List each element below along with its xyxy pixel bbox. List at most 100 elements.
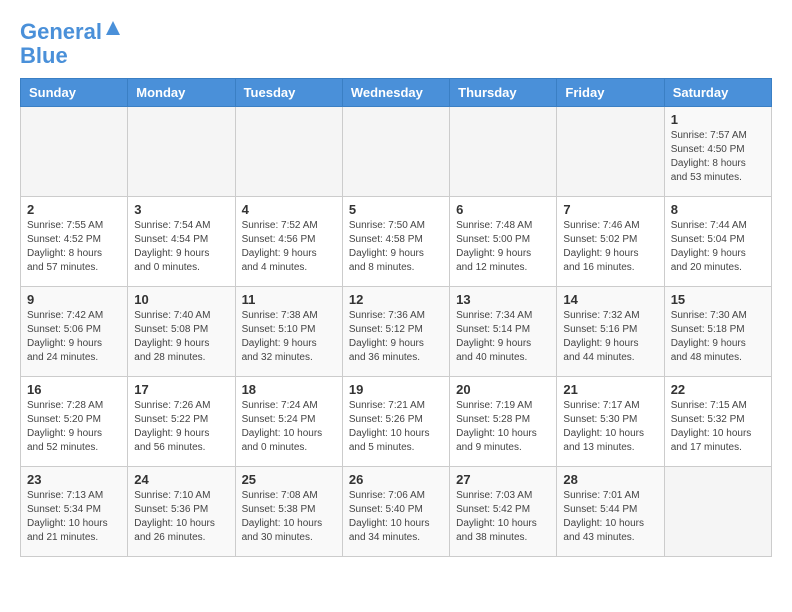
calendar-cell: 8Sunrise: 7:44 AM Sunset: 5:04 PM Daylig… bbox=[664, 197, 771, 287]
logo: General Blue bbox=[20, 20, 122, 68]
day-info: Sunrise: 7:38 AM Sunset: 5:10 PM Dayligh… bbox=[242, 309, 336, 365]
day-number: 5 bbox=[349, 202, 443, 217]
calendar-body: 1 Sunrise: 7:57 AM Sunset: 4:50 PM Daylig… bbox=[21, 107, 772, 557]
calendar-cell bbox=[450, 107, 557, 197]
calendar-cell: 10 Sunrise: 7:40 AM Sunset: 5:08 PM Dayli… bbox=[128, 287, 235, 377]
day-number: 1 bbox=[671, 112, 765, 127]
day-number: 18 bbox=[242, 382, 336, 397]
calendar-cell bbox=[128, 107, 235, 197]
calendar-cell: 1 Sunrise: 7:57 AM Sunset: 4:50 PM Daylig… bbox=[664, 107, 771, 197]
day-number: 20 bbox=[456, 382, 550, 397]
day-number: 16 bbox=[27, 382, 121, 397]
day-number: 17 bbox=[134, 382, 228, 397]
day-number: 11 bbox=[242, 292, 336, 307]
day-info: Sunrise: 7:50 AM Sunset: 4:58 PM Dayligh… bbox=[349, 219, 443, 275]
calendar-weekday-saturday: Saturday bbox=[664, 79, 771, 107]
calendar-weekday-wednesday: Wednesday bbox=[342, 79, 449, 107]
day-info: Sunrise: 7:08 AM Sunset: 5:38 PM Dayligh… bbox=[242, 489, 336, 545]
day-info: Sunrise: 7:13 AM Sunset: 5:34 PM Dayligh… bbox=[27, 489, 121, 545]
calendar-cell: 20 Sunrise: 7:19 AM Sunset: 5:28 PM Dayli… bbox=[450, 377, 557, 467]
calendar-cell bbox=[342, 107, 449, 197]
day-number: 23 bbox=[27, 472, 121, 487]
calendar-cell: 11 Sunrise: 7:38 AM Sunset: 5:10 PM Dayli… bbox=[235, 287, 342, 377]
calendar-cell bbox=[557, 107, 664, 197]
day-info: Sunrise: 7:55 AM Sunset: 4:52 PM Dayligh… bbox=[27, 219, 121, 275]
calendar-cell bbox=[21, 107, 128, 197]
day-number: 22 bbox=[671, 382, 765, 397]
day-number: 14 bbox=[563, 292, 657, 307]
calendar-cell: 12Sunrise: 7:36 AM Sunset: 5:12 PM Dayli… bbox=[342, 287, 449, 377]
calendar-cell bbox=[664, 467, 771, 557]
calendar-cell: 16 Sunrise: 7:28 AM Sunset: 5:20 PM Dayli… bbox=[21, 377, 128, 467]
calendar-cell: 5 Sunrise: 7:50 AM Sunset: 4:58 PM Daylig… bbox=[342, 197, 449, 287]
day-info: Sunrise: 7:28 AM Sunset: 5:20 PM Dayligh… bbox=[27, 399, 121, 455]
day-info: Sunrise: 7:46 AM Sunset: 5:02 PM Dayligh… bbox=[563, 219, 657, 275]
day-info: Sunrise: 7:34 AM Sunset: 5:14 PM Dayligh… bbox=[456, 309, 550, 365]
logo-icon bbox=[104, 19, 122, 37]
day-number: 21 bbox=[563, 382, 657, 397]
day-info: Sunrise: 7:17 AM Sunset: 5:30 PM Dayligh… bbox=[563, 399, 657, 455]
day-number: 25 bbox=[242, 472, 336, 487]
calendar-header-row: SundayMondayTuesdayWednesdayThursdayFrid… bbox=[21, 79, 772, 107]
calendar-weekday-thursday: Thursday bbox=[450, 79, 557, 107]
day-info: Sunrise: 7:42 AM Sunset: 5:06 PM Dayligh… bbox=[27, 309, 121, 365]
day-number: 9 bbox=[27, 292, 121, 307]
logo-subtext: Blue bbox=[20, 44, 68, 68]
calendar-cell: 19 Sunrise: 7:21 AM Sunset: 5:26 PM Dayli… bbox=[342, 377, 449, 467]
page-header: General Blue bbox=[20, 20, 772, 68]
calendar-cell: 15 Sunrise: 7:30 AM Sunset: 5:18 PM Dayli… bbox=[664, 287, 771, 377]
calendar-week-3: 9 Sunrise: 7:42 AM Sunset: 5:06 PM Daylig… bbox=[21, 287, 772, 377]
calendar-cell: 22Sunrise: 7:15 AM Sunset: 5:32 PM Dayli… bbox=[664, 377, 771, 467]
day-info: Sunrise: 7:24 AM Sunset: 5:24 PM Dayligh… bbox=[242, 399, 336, 455]
day-info: Sunrise: 7:32 AM Sunset: 5:16 PM Dayligh… bbox=[563, 309, 657, 365]
calendar-cell: 3 Sunrise: 7:54 AM Sunset: 4:54 PM Daylig… bbox=[128, 197, 235, 287]
day-number: 19 bbox=[349, 382, 443, 397]
day-number: 10 bbox=[134, 292, 228, 307]
calendar-cell: 9 Sunrise: 7:42 AM Sunset: 5:06 PM Daylig… bbox=[21, 287, 128, 377]
calendar-cell: 2 Sunrise: 7:55 AM Sunset: 4:52 PM Daylig… bbox=[21, 197, 128, 287]
calendar-cell: 4 Sunrise: 7:52 AM Sunset: 4:56 PM Daylig… bbox=[235, 197, 342, 287]
day-info: Sunrise: 7:48 AM Sunset: 5:00 PM Dayligh… bbox=[456, 219, 550, 275]
calendar-cell: 14 Sunrise: 7:32 AM Sunset: 5:16 PM Dayli… bbox=[557, 287, 664, 377]
calendar-cell: 24 Sunrise: 7:10 AM Sunset: 5:36 PM Dayli… bbox=[128, 467, 235, 557]
day-info: Sunrise: 7:10 AM Sunset: 5:36 PM Dayligh… bbox=[134, 489, 228, 545]
day-info: Sunrise: 7:19 AM Sunset: 5:28 PM Dayligh… bbox=[456, 399, 550, 455]
day-number: 4 bbox=[242, 202, 336, 217]
day-number: 2 bbox=[27, 202, 121, 217]
day-number: 3 bbox=[134, 202, 228, 217]
day-info: Sunrise: 7:03 AM Sunset: 5:42 PM Dayligh… bbox=[456, 489, 550, 545]
calendar-week-5: 23 Sunrise: 7:13 AM Sunset: 5:34 PM Dayli… bbox=[21, 467, 772, 557]
logo-text: General bbox=[20, 20, 102, 44]
calendar-weekday-sunday: Sunday bbox=[21, 79, 128, 107]
calendar-cell: 27 Sunrise: 7:03 AM Sunset: 5:42 PM Dayli… bbox=[450, 467, 557, 557]
day-number: 8 bbox=[671, 202, 765, 217]
day-info: Sunrise: 7:57 AM Sunset: 4:50 PM Dayligh… bbox=[671, 129, 765, 185]
calendar-cell bbox=[235, 107, 342, 197]
day-info: Sunrise: 7:54 AM Sunset: 4:54 PM Dayligh… bbox=[134, 219, 228, 275]
day-info: Sunrise: 7:52 AM Sunset: 4:56 PM Dayligh… bbox=[242, 219, 336, 275]
day-info: Sunrise: 7:06 AM Sunset: 5:40 PM Dayligh… bbox=[349, 489, 443, 545]
calendar-table: SundayMondayTuesdayWednesdayThursdayFrid… bbox=[20, 78, 772, 557]
day-number: 7 bbox=[563, 202, 657, 217]
day-info: Sunrise: 7:36 AM Sunset: 5:12 PM Dayligh… bbox=[349, 309, 443, 365]
day-number: 24 bbox=[134, 472, 228, 487]
day-number: 27 bbox=[456, 472, 550, 487]
day-info: Sunrise: 7:40 AM Sunset: 5:08 PM Dayligh… bbox=[134, 309, 228, 365]
calendar-cell: 6 Sunrise: 7:48 AM Sunset: 5:00 PM Daylig… bbox=[450, 197, 557, 287]
calendar-cell: 17 Sunrise: 7:26 AM Sunset: 5:22 PM Dayli… bbox=[128, 377, 235, 467]
day-info: Sunrise: 7:26 AM Sunset: 5:22 PM Dayligh… bbox=[134, 399, 228, 455]
calendar-cell: 7 Sunrise: 7:46 AM Sunset: 5:02 PM Daylig… bbox=[557, 197, 664, 287]
calendar-cell: 25 Sunrise: 7:08 AM Sunset: 5:38 PM Dayli… bbox=[235, 467, 342, 557]
calendar-cell: 28Sunrise: 7:01 AM Sunset: 5:44 PM Dayli… bbox=[557, 467, 664, 557]
calendar-week-1: 1 Sunrise: 7:57 AM Sunset: 4:50 PM Daylig… bbox=[21, 107, 772, 197]
day-info: Sunrise: 7:21 AM Sunset: 5:26 PM Dayligh… bbox=[349, 399, 443, 455]
calendar-week-2: 2 Sunrise: 7:55 AM Sunset: 4:52 PM Daylig… bbox=[21, 197, 772, 287]
calendar-week-4: 16 Sunrise: 7:28 AM Sunset: 5:20 PM Dayli… bbox=[21, 377, 772, 467]
day-number: 26 bbox=[349, 472, 443, 487]
day-number: 15 bbox=[671, 292, 765, 307]
day-info: Sunrise: 7:30 AM Sunset: 5:18 PM Dayligh… bbox=[671, 309, 765, 365]
calendar-weekday-monday: Monday bbox=[128, 79, 235, 107]
day-number: 6 bbox=[456, 202, 550, 217]
calendar-cell: 26 Sunrise: 7:06 AM Sunset: 5:40 PM Dayli… bbox=[342, 467, 449, 557]
calendar-cell: 18 Sunrise: 7:24 AM Sunset: 5:24 PM Dayli… bbox=[235, 377, 342, 467]
